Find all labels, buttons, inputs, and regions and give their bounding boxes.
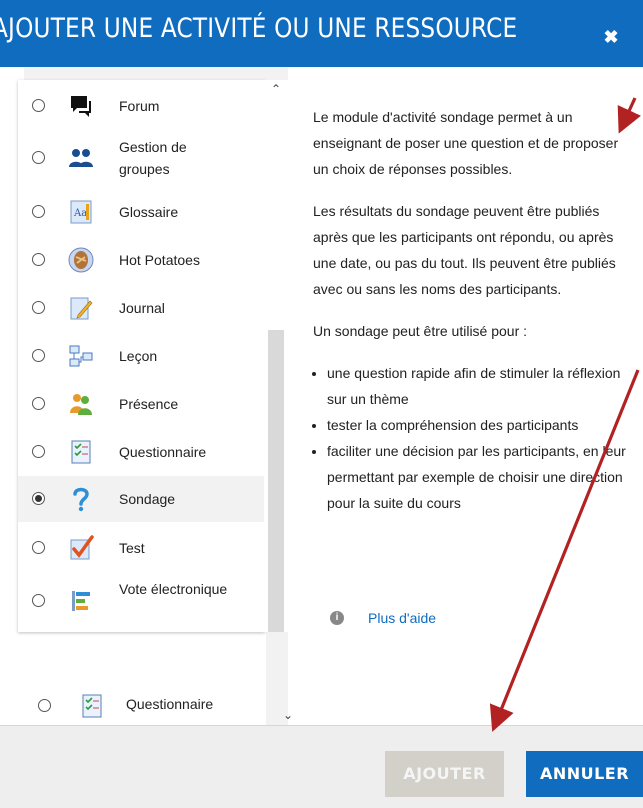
dialog-header: AJOUTER UNE ACTIVITÉ OU UNE RESSOURCE ✖ [0,0,643,67]
radio-button[interactable] [32,445,45,458]
more-help-link[interactable]: i Plus d'aide [330,610,436,626]
list-item-hot-potatoes[interactable]: Hot Potatoes [18,238,265,282]
add-button[interactable]: AJOUTER [385,751,504,797]
activity-label: Test [119,540,145,556]
hot-potatoes-icon [68,247,94,273]
activity-label: Forum [119,98,160,114]
activity-label: Présence [119,396,179,412]
radio-button[interactable] [32,397,45,410]
radio-button[interactable] [32,541,45,554]
list-item-attendance[interactable]: Présence [18,382,265,426]
list-item-lesson[interactable]: Leçon [18,334,265,378]
dialog-title: AJOUTER UNE ACTIVITÉ OU UNE RESSOURCE [0,13,518,44]
scrollbar-thumb[interactable] [268,330,284,632]
radio-button[interactable] [38,699,51,712]
radio-button[interactable] [32,253,45,266]
radio-button[interactable] [32,205,45,218]
list-item-forum[interactable]: Forum [18,86,265,126]
attendance-icon [70,394,92,415]
list-item-sondage[interactable]: Sondage [18,476,265,522]
forum-icon [71,96,91,117]
close-icon[interactable]: ✖ [600,26,622,48]
radio-button[interactable] [32,349,45,362]
activity-label: Glossaire [119,204,179,220]
cancel-button[interactable]: ANNULER [526,751,643,797]
radio-button[interactable] [32,594,45,607]
description-list: une question rapide afin de stimuler la … [313,360,633,516]
journal-icon [70,297,93,320]
lesson-icon [69,345,93,367]
info-icon: i [330,611,344,625]
activity-label: Sondage [119,491,176,507]
activity-label: Journal [119,300,165,316]
quiz-icon [70,535,94,560]
list-item-label: Questionnaire [126,696,214,712]
list-item-questionnaire[interactable]: Questionnaire [18,430,265,474]
list-item: une question rapide afin de stimuler la … [327,360,633,412]
svg-text:Aa: Aa [73,208,87,219]
list-item-journal[interactable]: Journal [18,286,265,330]
list-item: faciliter une décision par les participa… [327,438,633,516]
description-paragraph: Le module d'activité sondage permet à un… [313,109,619,177]
description-paragraph: Un sondage peut être utilisé pour : [313,323,528,339]
radio-button[interactable] [32,99,45,112]
activity-label: Leçon [119,348,158,364]
scroll-down-arrow[interactable]: ⌄ [280,708,296,722]
radio-button-selected[interactable] [32,492,45,505]
activity-description: Le module d'activité sondage permet à un… [313,104,633,516]
scroll-up-arrow[interactable]: ⌃ [268,82,284,96]
choice-icon [73,487,89,512]
groups-icon [69,149,93,167]
activity-label: Gestion de groupes [119,139,187,177]
glossary-icon: Aa [70,200,92,224]
more-help-label: Plus d'aide [368,610,437,626]
activity-label: Hot Potatoes [119,252,200,268]
vote-icon [72,591,90,611]
questionnaire-icon [82,694,102,718]
activity-label: Questionnaire [119,444,207,460]
underlying-list: Questionnaire [18,632,266,725]
description-paragraph: Les résultats du sondage peuvent être pu… [313,203,616,297]
radio-button[interactable] [32,301,45,314]
list-item-test[interactable]: Test [18,526,265,570]
radio-button[interactable] [32,151,45,164]
list-item-groups[interactable]: Gestion de groupes [18,130,265,186]
list-item-glossary[interactable]: Aa Glossaire [18,190,265,234]
list-item-vote[interactable]: Vote électronique [18,574,265,628]
activity-label: Vote électronique [119,581,228,597]
activity-list: Forum Gestion de groupes Aa Glossaire Ho… [18,80,265,632]
list-item: tester la compréhension des participants [327,412,633,438]
questionnaire-icon [71,440,91,464]
